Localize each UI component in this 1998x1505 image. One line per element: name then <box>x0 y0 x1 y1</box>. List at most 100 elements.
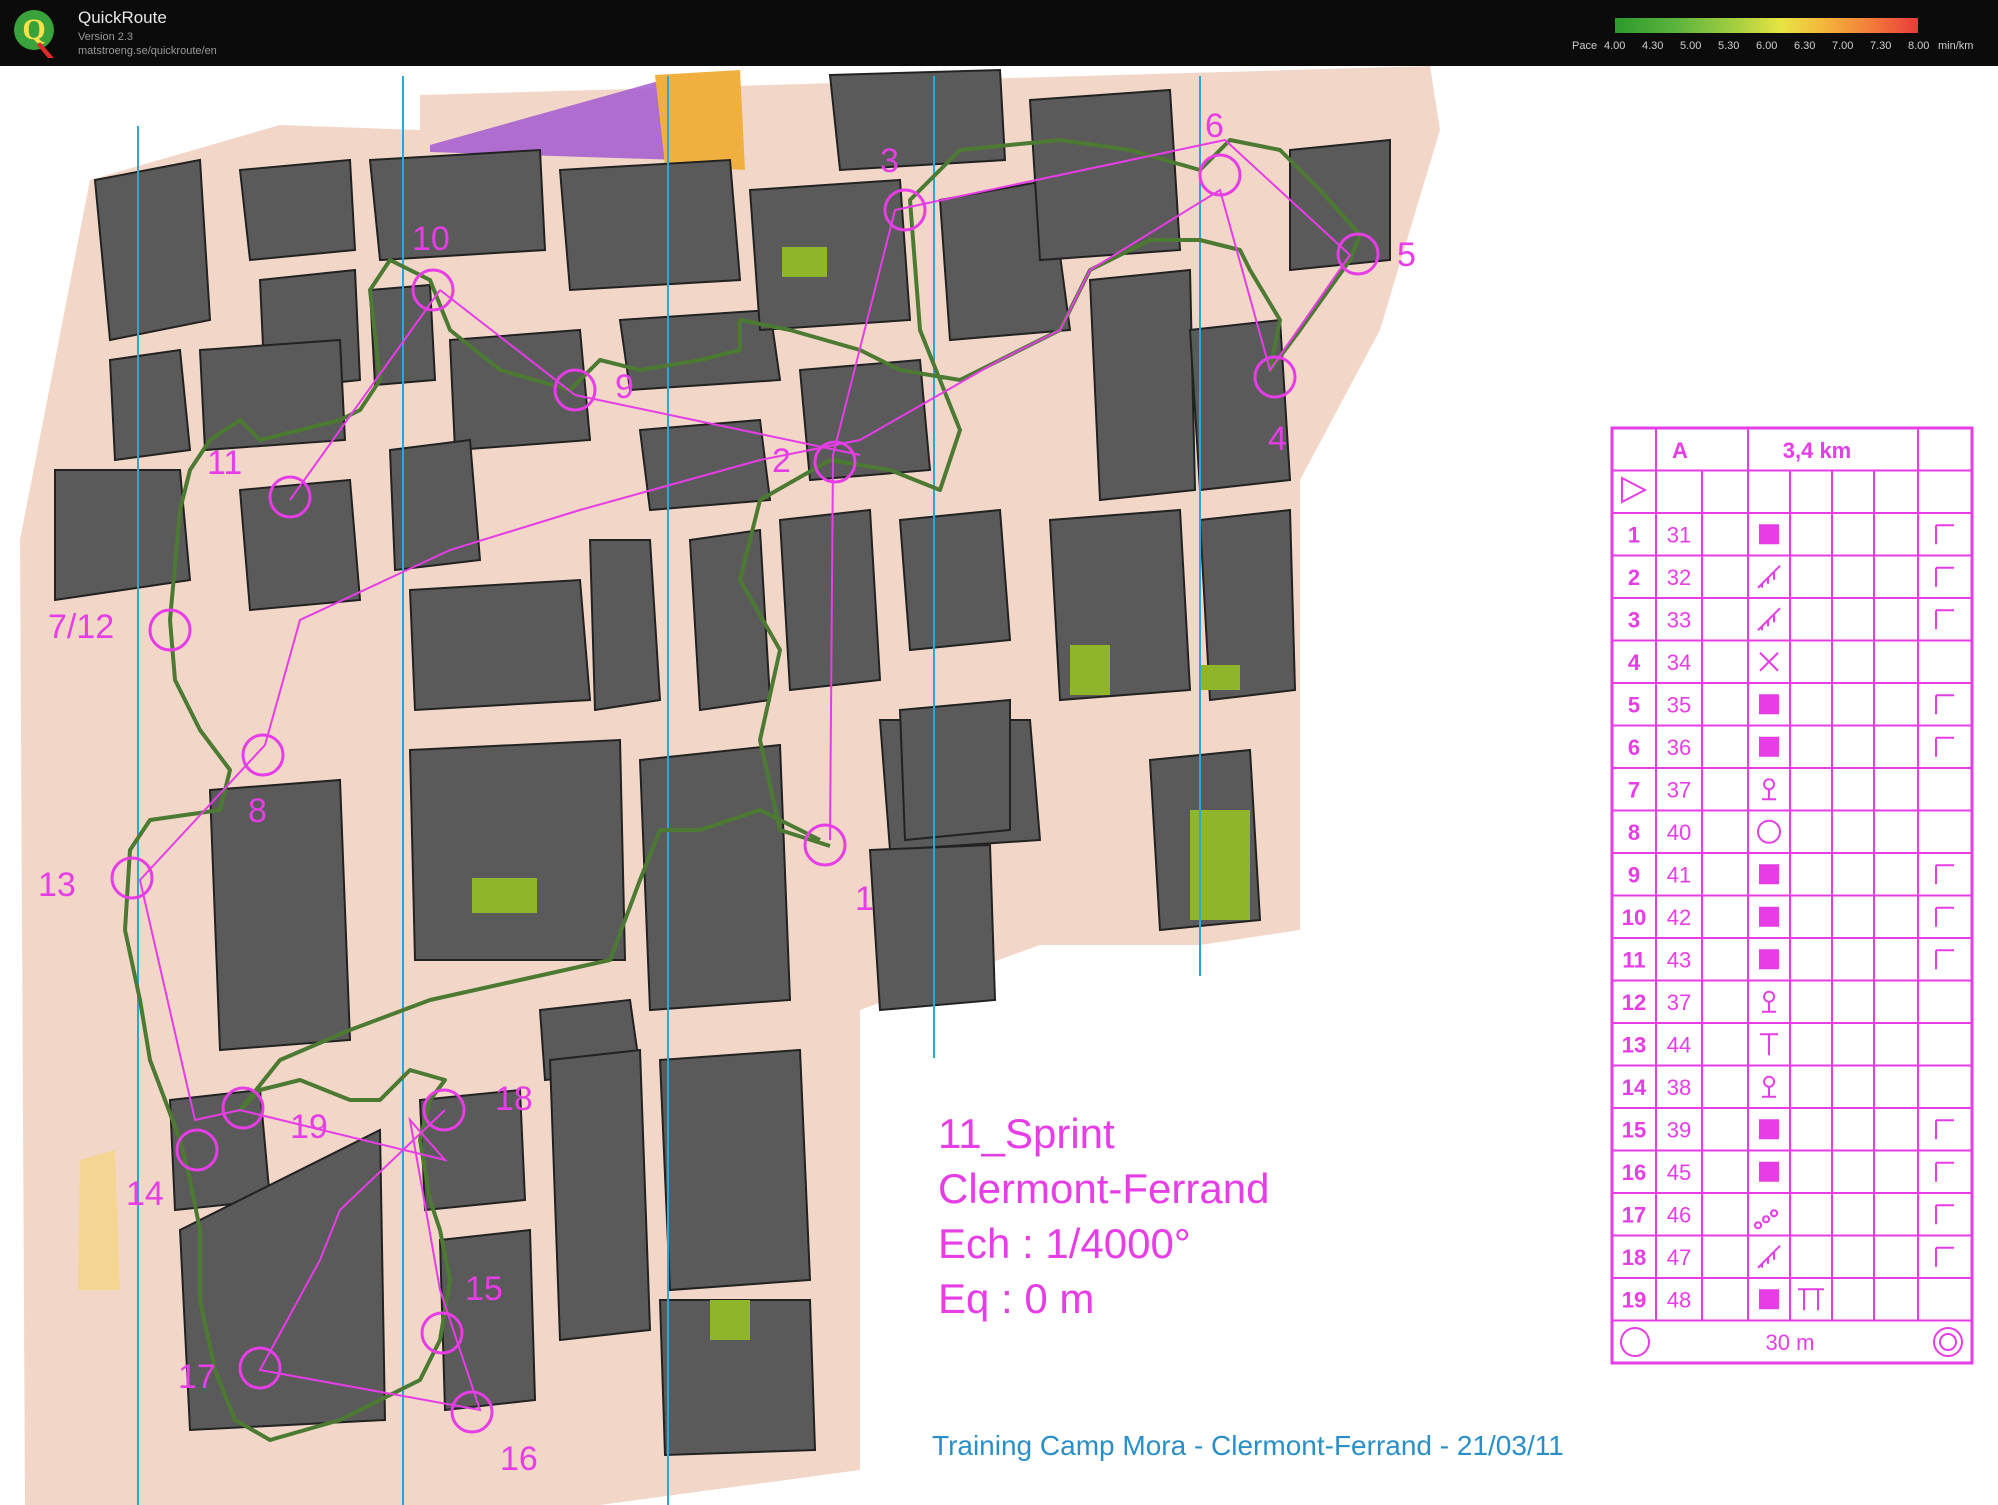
building <box>54 469 192 602</box>
svg-text:Q: Q <box>22 13 45 46</box>
building <box>558 158 742 292</box>
row-code: 44 <box>1667 1032 1691 1057</box>
footer-caption: Training Camp Mora - Clermont-Ferrand - … <box>932 1430 1564 1461</box>
app-name: QuickRoute <box>78 8 167 27</box>
row-code: 42 <box>1667 905 1691 930</box>
row-number: 15 <box>1622 1117 1646 1142</box>
green-patch <box>472 878 537 913</box>
row-code: 35 <box>1667 692 1691 717</box>
pace-tick: 7.30 <box>1870 40 1892 52</box>
event-title-line: 11_Sprint <box>938 1110 1115 1157</box>
building-corner-icon <box>1759 1119 1779 1140</box>
event-title-line: Eq : 0 m <box>938 1275 1094 1322</box>
sheet-length: 3,4 km <box>1783 438 1852 463</box>
row-code: 37 <box>1667 990 1691 1015</box>
row-number: 17 <box>1622 1202 1646 1227</box>
row-code: 43 <box>1667 947 1691 972</box>
pace-unit: min/km <box>1938 40 1974 52</box>
row-code: 32 <box>1667 565 1691 590</box>
quickroute-logo-icon: Q <box>14 10 54 58</box>
row-number: 12 <box>1622 990 1646 1015</box>
pace-tick: 6.00 <box>1756 40 1778 52</box>
row-code: 37 <box>1667 777 1691 802</box>
building <box>638 418 772 512</box>
row-number: 11 <box>1622 947 1645 972</box>
row-number: 1 <box>1628 522 1640 547</box>
building <box>828 68 1007 172</box>
building-corner-icon <box>1759 524 1779 545</box>
orienteering-map[interactable]: 1 2 3 4 5 6 7/12 8 9 10 11 13 14 15 16 1… <box>0 66 1998 1505</box>
row-number: 8 <box>1628 820 1640 845</box>
building <box>898 508 1012 652</box>
row-code: 46 <box>1667 1202 1691 1227</box>
finish-distance: 30 m <box>1766 1330 1815 1355</box>
green-patch <box>1200 665 1240 690</box>
pace-color-bar <box>1615 18 1918 33</box>
row-code: 40 <box>1667 820 1691 845</box>
building <box>1289 138 1391 272</box>
row-number: 10 <box>1622 905 1646 930</box>
row-number: 7 <box>1628 777 1640 802</box>
row-code: 47 <box>1667 1245 1691 1270</box>
control-label: 9 <box>615 368 634 406</box>
building <box>438 1228 537 1412</box>
row-code: 41 <box>1667 862 1691 887</box>
control-label: 2 <box>772 442 791 480</box>
row-number: 14 <box>1622 1075 1647 1100</box>
green-patch <box>1070 645 1110 695</box>
row-number: 9 <box>1628 862 1640 887</box>
building <box>1088 268 1197 502</box>
control-label: 19 <box>290 1108 328 1146</box>
building <box>688 528 772 712</box>
row-code: 33 <box>1667 607 1691 632</box>
building-corner-icon <box>1759 694 1779 715</box>
row-code: 34 <box>1667 650 1691 675</box>
building-corner-icon <box>1759 1289 1779 1310</box>
building <box>93 158 212 342</box>
building <box>368 148 547 262</box>
building-corner-icon <box>1759 949 1779 970</box>
building <box>898 698 1011 842</box>
row-number: 5 <box>1628 692 1640 717</box>
building-corner-icon <box>1759 1161 1779 1182</box>
pace-legend: Pace 4.00 4.30 5.00 5.30 6.00 6.30 7.00 … <box>1570 16 1990 60</box>
row-number: 6 <box>1628 735 1640 760</box>
building <box>638 743 792 1012</box>
event-title-line: Ech : 1/4000° <box>938 1220 1191 1267</box>
control-label: 11 <box>207 444 242 482</box>
pace-tick: 7.00 <box>1832 40 1854 52</box>
building <box>548 1048 652 1342</box>
row-code: 39 <box>1667 1117 1691 1142</box>
building <box>108 348 192 462</box>
control-label: 17 <box>178 1358 216 1396</box>
building <box>798 358 932 482</box>
row-code: 38 <box>1667 1075 1691 1100</box>
row-number: 16 <box>1622 1160 1646 1185</box>
app-url[interactable]: matstroeng.se/quickroute/en <box>78 45 217 57</box>
building <box>208 778 352 1052</box>
event-title: 11_Sprint Clermont-Ferrand Ech : 1/4000°… <box>938 1110 1269 1322</box>
building <box>238 158 357 262</box>
row-code: 31 <box>1667 522 1691 547</box>
control-label: 14 <box>126 1175 164 1213</box>
row-code: 48 <box>1667 1287 1691 1312</box>
row-code: 45 <box>1667 1160 1691 1185</box>
control-label: 8 <box>248 792 267 830</box>
control-description-sheet: A 3,4 km 1 312 323 334 345 356 367 378 409 4110 42… <box>1610 426 1974 1365</box>
row-number: 13 <box>1622 1032 1646 1057</box>
building <box>408 738 627 961</box>
row-number: 4 <box>1628 650 1641 675</box>
pace-tick: 4.30 <box>1642 40 1664 52</box>
green-patch <box>710 1300 750 1340</box>
control-label: 4 <box>1268 420 1287 458</box>
building <box>778 508 882 692</box>
control-label: 10 <box>412 220 450 258</box>
building <box>1028 88 1182 262</box>
control-label: 1 <box>855 880 874 918</box>
building <box>588 539 662 712</box>
row-number: 19 <box>1622 1287 1646 1312</box>
pace-tick: 5.00 <box>1680 40 1702 52</box>
green-patch <box>782 247 827 277</box>
building-corner-icon <box>1759 736 1779 757</box>
control-label: 15 <box>465 1270 503 1308</box>
